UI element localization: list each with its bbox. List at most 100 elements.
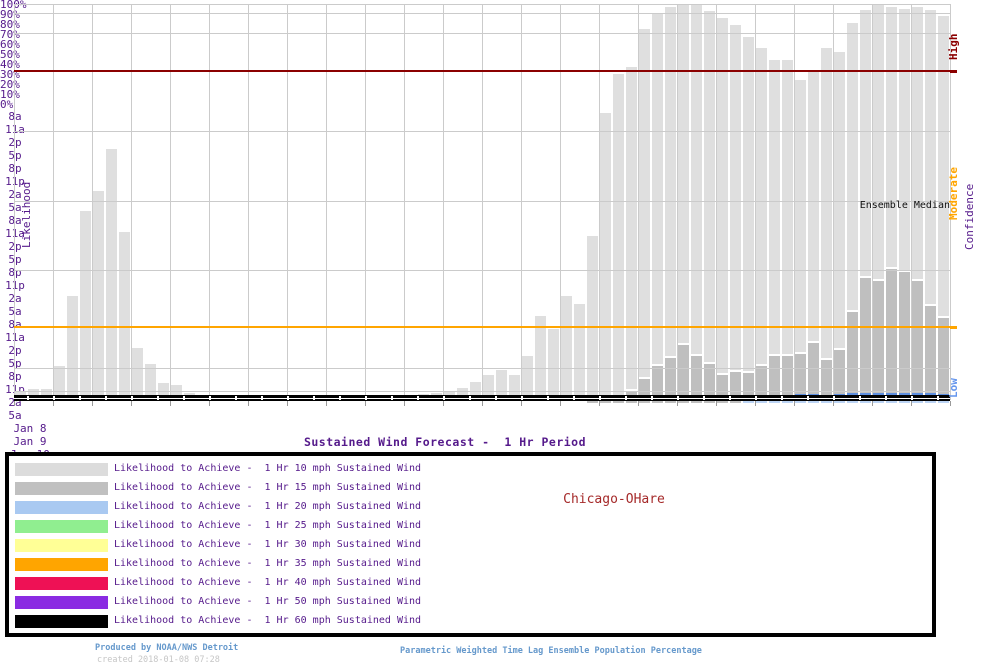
gridline-vertical xyxy=(599,4,600,400)
x-axis-band-midline xyxy=(14,398,950,399)
gridline-horizontal xyxy=(14,4,950,5)
footer-produced-by: Produced by NOAA/NWS Detroit xyxy=(95,643,238,653)
gridline-horizontal xyxy=(14,270,950,271)
gridline-horizontal xyxy=(14,131,950,132)
x-axis-sub-tick xyxy=(638,401,639,406)
x-axis-hour-tick xyxy=(495,396,497,400)
legend-swatch xyxy=(15,539,108,552)
bar-1-hr-15-mph-sustained-wind xyxy=(860,276,871,403)
x-axis-sub-tick xyxy=(950,401,951,406)
x-axis-hour-tick xyxy=(521,396,523,400)
x-tick-label: 11a xyxy=(0,123,30,136)
legend-row: Likelihood to Achieve - 1 Hr 50 mph Sust… xyxy=(9,593,932,613)
x-axis-sub-tick xyxy=(248,401,249,406)
x-axis-hour-tick xyxy=(911,396,913,400)
x-axis-hour-tick xyxy=(261,396,263,400)
bar-1-hr-15-mph-sustained-wind xyxy=(847,310,858,403)
bar-1-hr-10-mph-sustained-wind xyxy=(717,18,728,401)
gridline-vertical xyxy=(92,4,93,400)
bar-1-hr-15-mph-sustained-wind xyxy=(886,267,897,403)
x-axis-sub-tick xyxy=(560,401,561,406)
gridline-vertical xyxy=(248,4,249,400)
x-day-label: Jan 8 xyxy=(0,422,60,435)
x-axis-sub-tick xyxy=(170,401,171,406)
legend-label: Likelihood to Achieve - 1 Hr 60 mph Sust… xyxy=(114,615,421,626)
x-axis-hour-tick xyxy=(313,396,315,400)
x-tick-label: 11a xyxy=(0,331,30,344)
legend-swatch xyxy=(15,577,108,590)
x-axis-hour-tick xyxy=(599,396,601,400)
bar-1-hr-10-mph-sustained-wind xyxy=(665,7,676,401)
legend-label: Likelihood to Achieve - 1 Hr 50 mph Sust… xyxy=(114,596,421,607)
x-axis-sub-tick xyxy=(92,401,93,406)
x-tick-label: 2a xyxy=(0,292,30,305)
chart-title: Sustained Wind Forecast - 1 Hr Period xyxy=(0,435,890,449)
x-tick-label: 8a xyxy=(0,318,30,331)
legend-label: Likelihood to Achieve - 1 Hr 25 mph Sust… xyxy=(114,520,421,531)
gridline-vertical xyxy=(365,4,366,400)
gridline-vertical xyxy=(794,4,795,400)
right-edge-tick-30 xyxy=(950,326,957,329)
gridline-vertical xyxy=(677,4,678,400)
legend-row: Likelihood to Achieve - 1 Hr 30 mph Sust… xyxy=(9,536,932,556)
bar-1-hr-10-mph-sustained-wind xyxy=(691,4,702,401)
bar-1-hr-10-mph-sustained-wind xyxy=(678,4,689,401)
gridline-vertical xyxy=(170,4,171,400)
x-axis-hour-tick xyxy=(79,396,81,400)
right-axis-label: Confidence xyxy=(963,150,976,250)
x-axis-sub-tick xyxy=(365,401,366,406)
x-axis-sub-tick xyxy=(209,401,210,406)
reference-line-30 xyxy=(14,326,950,328)
x-axis-hour-tick xyxy=(287,396,289,400)
gridline-vertical xyxy=(131,4,132,400)
x-axis-hour-tick xyxy=(807,396,809,400)
gridline-horizontal xyxy=(14,391,950,392)
bar-1-hr-10-mph-sustained-wind xyxy=(587,236,598,402)
bar-1-hr-10-mph-sustained-wind xyxy=(769,60,780,401)
bar-1-hr-10-mph-sustained-wind xyxy=(639,29,650,401)
wind-forecast-chart-page: 100%90%80%70%60%50%40%30%20%10%0%8a11a2p… xyxy=(0,0,1000,670)
y-tick-label: 90% xyxy=(0,10,1000,20)
x-axis-hour-tick xyxy=(755,396,757,400)
x-axis-hour-tick xyxy=(703,396,705,400)
gridline-vertical xyxy=(638,4,639,400)
x-axis-hour-tick xyxy=(937,396,939,400)
bar-1-hr-10-mph-sustained-wind xyxy=(730,25,741,401)
gridline-vertical xyxy=(560,4,561,400)
x-axis-hour-tick xyxy=(157,396,159,400)
bar-1-hr-10-mph-sustained-wind xyxy=(80,211,91,401)
bar-1-hr-10-mph-sustained-wind xyxy=(626,67,637,401)
x-axis-hour-tick xyxy=(209,396,211,400)
x-axis-hour-tick xyxy=(391,396,393,400)
x-axis-hour-tick xyxy=(859,396,861,400)
bar-1-hr-10-mph-sustained-wind xyxy=(600,113,611,401)
legend-row: Likelihood to Achieve - 1 Hr 35 mph Sust… xyxy=(9,555,932,575)
x-axis-sub-tick xyxy=(911,401,912,406)
legend-label: Likelihood to Achieve - 1 Hr 15 mph Sust… xyxy=(114,482,421,493)
x-tick-label: 8p xyxy=(0,370,30,383)
x-axis-sub-tick xyxy=(521,401,522,406)
gridline-vertical xyxy=(521,4,522,400)
x-axis-sub-tick xyxy=(326,401,327,406)
bar-1-hr-10-mph-sustained-wind xyxy=(67,296,78,401)
footer-created-timestamp: created 2018-01-08 07:28 xyxy=(97,655,220,665)
legend-label: Likelihood to Achieve - 1 Hr 10 mph Sust… xyxy=(114,463,421,474)
legend-label: Likelihood to Achieve - 1 Hr 40 mph Sust… xyxy=(114,577,421,588)
ensemble-median-annotation: Ensemble Median xyxy=(810,200,950,211)
gridline-horizontal xyxy=(14,13,950,14)
bar-1-hr-15-mph-sustained-wind xyxy=(912,279,923,403)
legend-row: Likelihood to Achieve - 1 Hr 60 mph Sust… xyxy=(9,612,932,632)
legend-row: Likelihood to Achieve - 1 Hr 25 mph Sust… xyxy=(9,517,932,537)
x-axis-hour-tick xyxy=(105,396,107,400)
gridline-horizontal xyxy=(14,368,950,369)
x-axis-sub-tick xyxy=(833,401,834,406)
x-axis-hour-tick xyxy=(729,396,731,400)
legend-swatch xyxy=(15,615,108,628)
bar-1-hr-10-mph-sustained-wind xyxy=(821,48,832,401)
gridline-horizontal xyxy=(14,33,950,34)
legend-row: Likelihood to Achieve - 1 Hr 10 mph Sust… xyxy=(9,460,932,480)
gridline-vertical xyxy=(326,4,327,400)
gridline-vertical xyxy=(482,4,483,400)
legend-label: Likelihood to Achieve - 1 Hr 20 mph Sust… xyxy=(114,501,421,512)
x-axis-sub-tick xyxy=(599,401,600,406)
